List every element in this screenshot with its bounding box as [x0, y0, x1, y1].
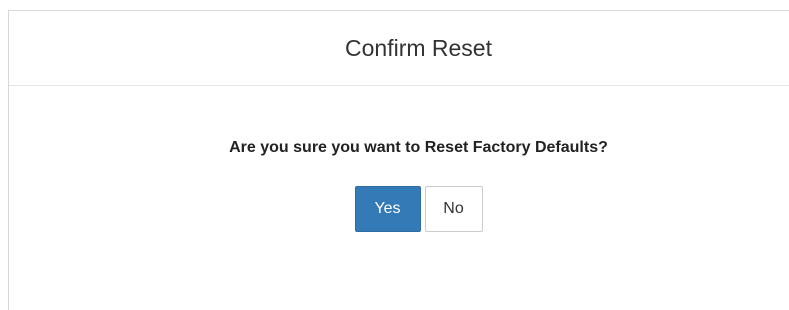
confirmation-message: Are you sure you want to Reset Factory D…	[229, 139, 608, 156]
yes-button[interactable]: Yes	[354, 186, 421, 232]
confirm-reset-dialog: Confirm Reset Are you sure you want to R…	[8, 10, 789, 310]
dialog-actions: Yes No	[9, 186, 789, 232]
dialog-body: Are you sure you want to Reset Factory D…	[9, 86, 789, 232]
dialog-title: Confirm Reset	[345, 34, 492, 61]
dialog-header: Confirm Reset	[9, 11, 789, 86]
no-button[interactable]: No	[424, 186, 483, 232]
